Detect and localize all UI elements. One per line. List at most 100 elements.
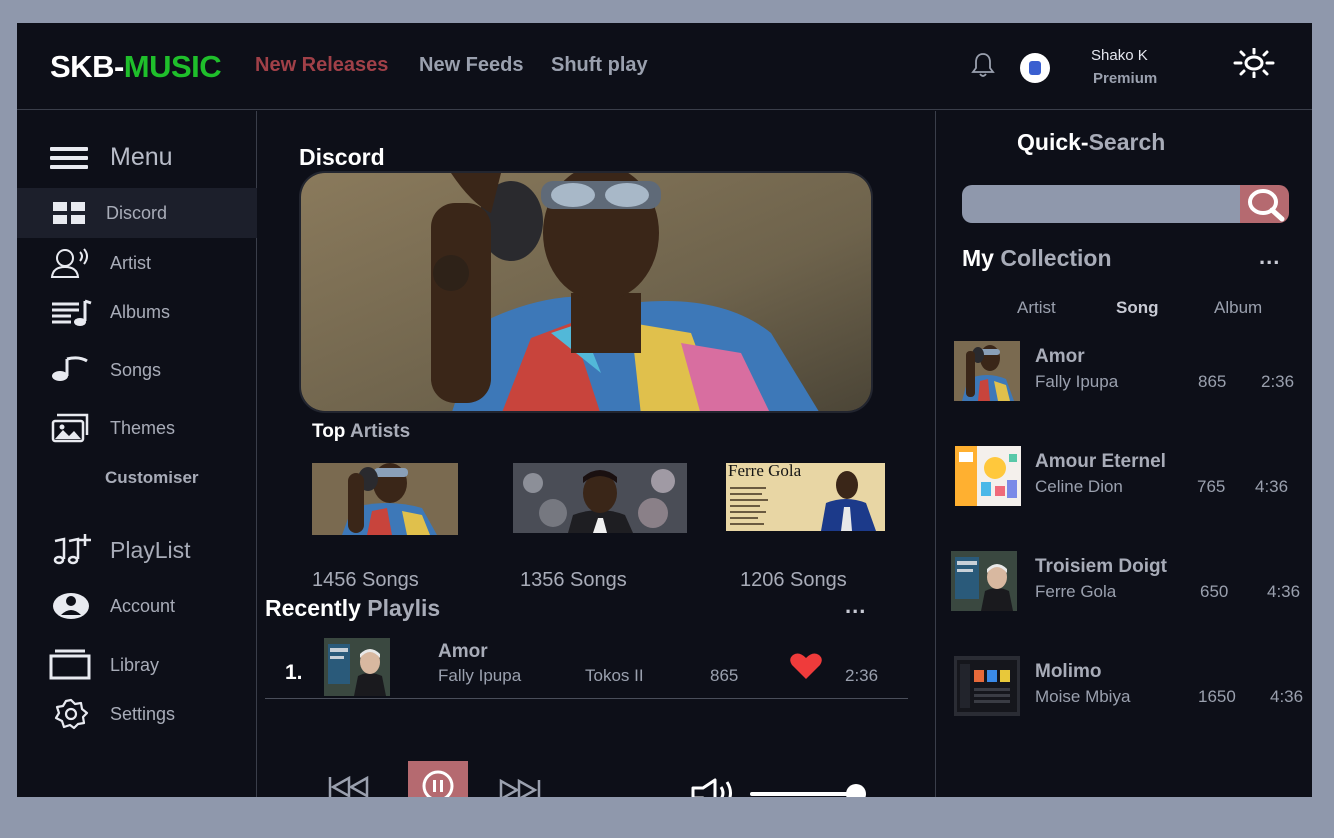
my-collection-title: My Collection xyxy=(962,245,1112,272)
top-artist-card-2[interactable]: 1356 Songs xyxy=(513,463,687,591)
sidebar-item-label: Libray xyxy=(110,655,160,675)
top-artist-song-count: 1356 Songs xyxy=(520,569,627,591)
sidebar-item-label: Discord xyxy=(106,203,168,223)
collection-item[interactable]: Molimo Moise Mbiya 1650 4:36 xyxy=(937,656,1312,731)
user-avatar[interactable] xyxy=(1020,53,1050,83)
collection-item-title: Amour Eternel xyxy=(1035,451,1166,472)
collection-title-a: My xyxy=(962,245,994,271)
collection-item-artist: Moise Mbiya xyxy=(1035,687,1131,706)
sidebar-item-account[interactable]: Account xyxy=(17,581,257,631)
playlist-add-icon xyxy=(53,534,91,565)
sidebar-item-albums[interactable]: Albums xyxy=(17,287,257,337)
player-controls xyxy=(258,731,936,797)
gear-icon xyxy=(54,698,89,730)
sidebar-item-artist[interactable]: Artist xyxy=(17,238,257,288)
row-artist: Fally Ipupa xyxy=(438,666,522,685)
collection-item-title: Molimo xyxy=(1035,661,1102,682)
collection-more-button[interactable]: ... xyxy=(1259,244,1280,270)
row-thumbnail xyxy=(324,638,390,696)
collection-item-thumbnail xyxy=(951,551,1017,611)
collection-item-plays: 765 xyxy=(1197,477,1226,496)
row-number: 1. xyxy=(285,661,303,684)
menu-label: Menu xyxy=(110,143,173,171)
sidebar-item-label: Albums xyxy=(110,302,171,322)
music-app-window: SKB-MUSIC New Releases New Feeds Shuft p… xyxy=(17,23,1312,797)
nav-new-feeds[interactable]: New Feeds xyxy=(419,54,523,77)
collection-item-artist: Celine Dion xyxy=(1035,477,1123,496)
top-artists-title-a: Top xyxy=(312,421,346,442)
top-artist-card-1[interactable]: 1456 Songs xyxy=(312,463,458,591)
volume-slider-knob[interactable] xyxy=(846,784,867,797)
collection-item[interactable]: Amour Eternel Celine Dion 765 4:36 xyxy=(937,446,1312,521)
collection-title-b: Collection xyxy=(993,245,1112,271)
search-icon xyxy=(1248,189,1285,222)
collection-item[interactable]: Amor Fally Ipupa 865 2:36 xyxy=(937,341,1312,416)
collection-item-duration: 2:36 xyxy=(1261,372,1295,391)
quick-search-title: Quick-Search xyxy=(1017,129,1165,156)
search-button[interactable] xyxy=(1240,185,1289,223)
quick-search-title-b: Search xyxy=(1088,129,1166,155)
top-artist-song-count: 1206 Songs xyxy=(740,569,847,591)
volume-icon[interactable] xyxy=(690,777,738,797)
row-album: Tokos II xyxy=(585,666,644,685)
sun-icon[interactable] xyxy=(1233,48,1275,78)
nav-shuffle-play[interactable]: Shuft play xyxy=(551,54,648,77)
collection-item-plays: 650 xyxy=(1200,582,1229,601)
recent-more-button[interactable]: ... xyxy=(845,593,866,619)
top-bar: SKB-MUSIC New Releases New Feeds Shuft p… xyxy=(17,23,1312,110)
collection-item-title: Amor xyxy=(1035,346,1085,367)
recent-playlist-row[interactable]: 1. Amor Fally Ipupa Tokos II 865 2:36 xyxy=(265,631,908,699)
top-artist-photo-1 xyxy=(312,463,458,535)
sidebar-item-songs[interactable]: Songs xyxy=(17,345,257,395)
collection-item[interactable]: Troisiem Doigt Ferre Gola 650 4:36 xyxy=(937,551,1312,626)
featured-artist-banner[interactable] xyxy=(299,171,873,413)
hamburger-icon[interactable] xyxy=(50,147,88,169)
app-logo[interactable]: SKB-MUSIC xyxy=(50,49,222,85)
sidebar-item-label: Songs xyxy=(110,360,162,380)
sidebar-item-settings[interactable]: Settings xyxy=(17,689,257,739)
right-panel: Quick-Search My Collection ... Artist So… xyxy=(937,111,1312,797)
nav-new-releases[interactable]: New Releases xyxy=(255,54,388,77)
quick-search-title-a: Quick- xyxy=(1017,129,1089,155)
sidebar-item-discord[interactable]: Discord xyxy=(17,188,257,238)
row-play-count: 865 xyxy=(710,666,739,685)
grid-icon xyxy=(53,202,85,224)
logo-text-part2: MUSIC xyxy=(123,49,222,84)
music-note-icon xyxy=(52,356,88,381)
top-artist-photo-2 xyxy=(513,463,687,533)
top-artist-card-3[interactable]: Ferre Gola 1206 Songs xyxy=(726,463,885,591)
pause-icon xyxy=(422,770,454,797)
heart-icon[interactable] xyxy=(789,651,823,681)
sidebar-item-playlist[interactable]: PlayList xyxy=(17,525,257,575)
main-content: Discord Top Artists 1456 Songs 1356 Song… xyxy=(258,111,936,797)
albums-icon xyxy=(52,299,92,326)
top-artists-title-b: Artists xyxy=(345,421,411,442)
collection-item-thumbnail xyxy=(954,341,1020,401)
skip-previous-icon[interactable] xyxy=(327,774,372,797)
bell-icon[interactable] xyxy=(970,51,996,79)
top-artist-album-cover-3: Ferre Gola xyxy=(726,463,885,531)
collection-item-duration: 4:36 xyxy=(1255,477,1289,496)
logo-text-part1: SKB- xyxy=(50,49,124,84)
sidebar-item-label: Account xyxy=(110,596,176,616)
row-song-title: Amor xyxy=(438,641,488,662)
customiser-link[interactable]: Customiser xyxy=(105,468,199,488)
image-icon xyxy=(51,413,89,443)
collection-item-thumbnail xyxy=(954,656,1020,716)
volume-slider-track[interactable] xyxy=(750,792,862,796)
sidebar-item-label: Themes xyxy=(110,418,176,438)
sidebar-item-library[interactable]: Libray xyxy=(17,640,257,690)
user-plan-badge: Premium xyxy=(1093,70,1158,87)
row-duration: 2:36 xyxy=(845,666,879,685)
tab-album[interactable]: Album xyxy=(1214,298,1262,318)
tab-artist[interactable]: Artist xyxy=(1017,298,1056,318)
collection-item-plays: 1650 xyxy=(1198,687,1236,706)
sidebar-item-label: Settings xyxy=(110,704,176,724)
pause-button[interactable] xyxy=(408,761,468,797)
tab-song[interactable]: Song xyxy=(1116,298,1159,318)
recent-title-a: Recently xyxy=(265,595,361,621)
collection-item-artist: Ferre Gola xyxy=(1035,582,1117,601)
sidebar-item-themes[interactable]: Themes xyxy=(17,403,257,453)
search-input[interactable] xyxy=(962,185,1240,223)
skip-next-icon[interactable] xyxy=(498,777,543,797)
